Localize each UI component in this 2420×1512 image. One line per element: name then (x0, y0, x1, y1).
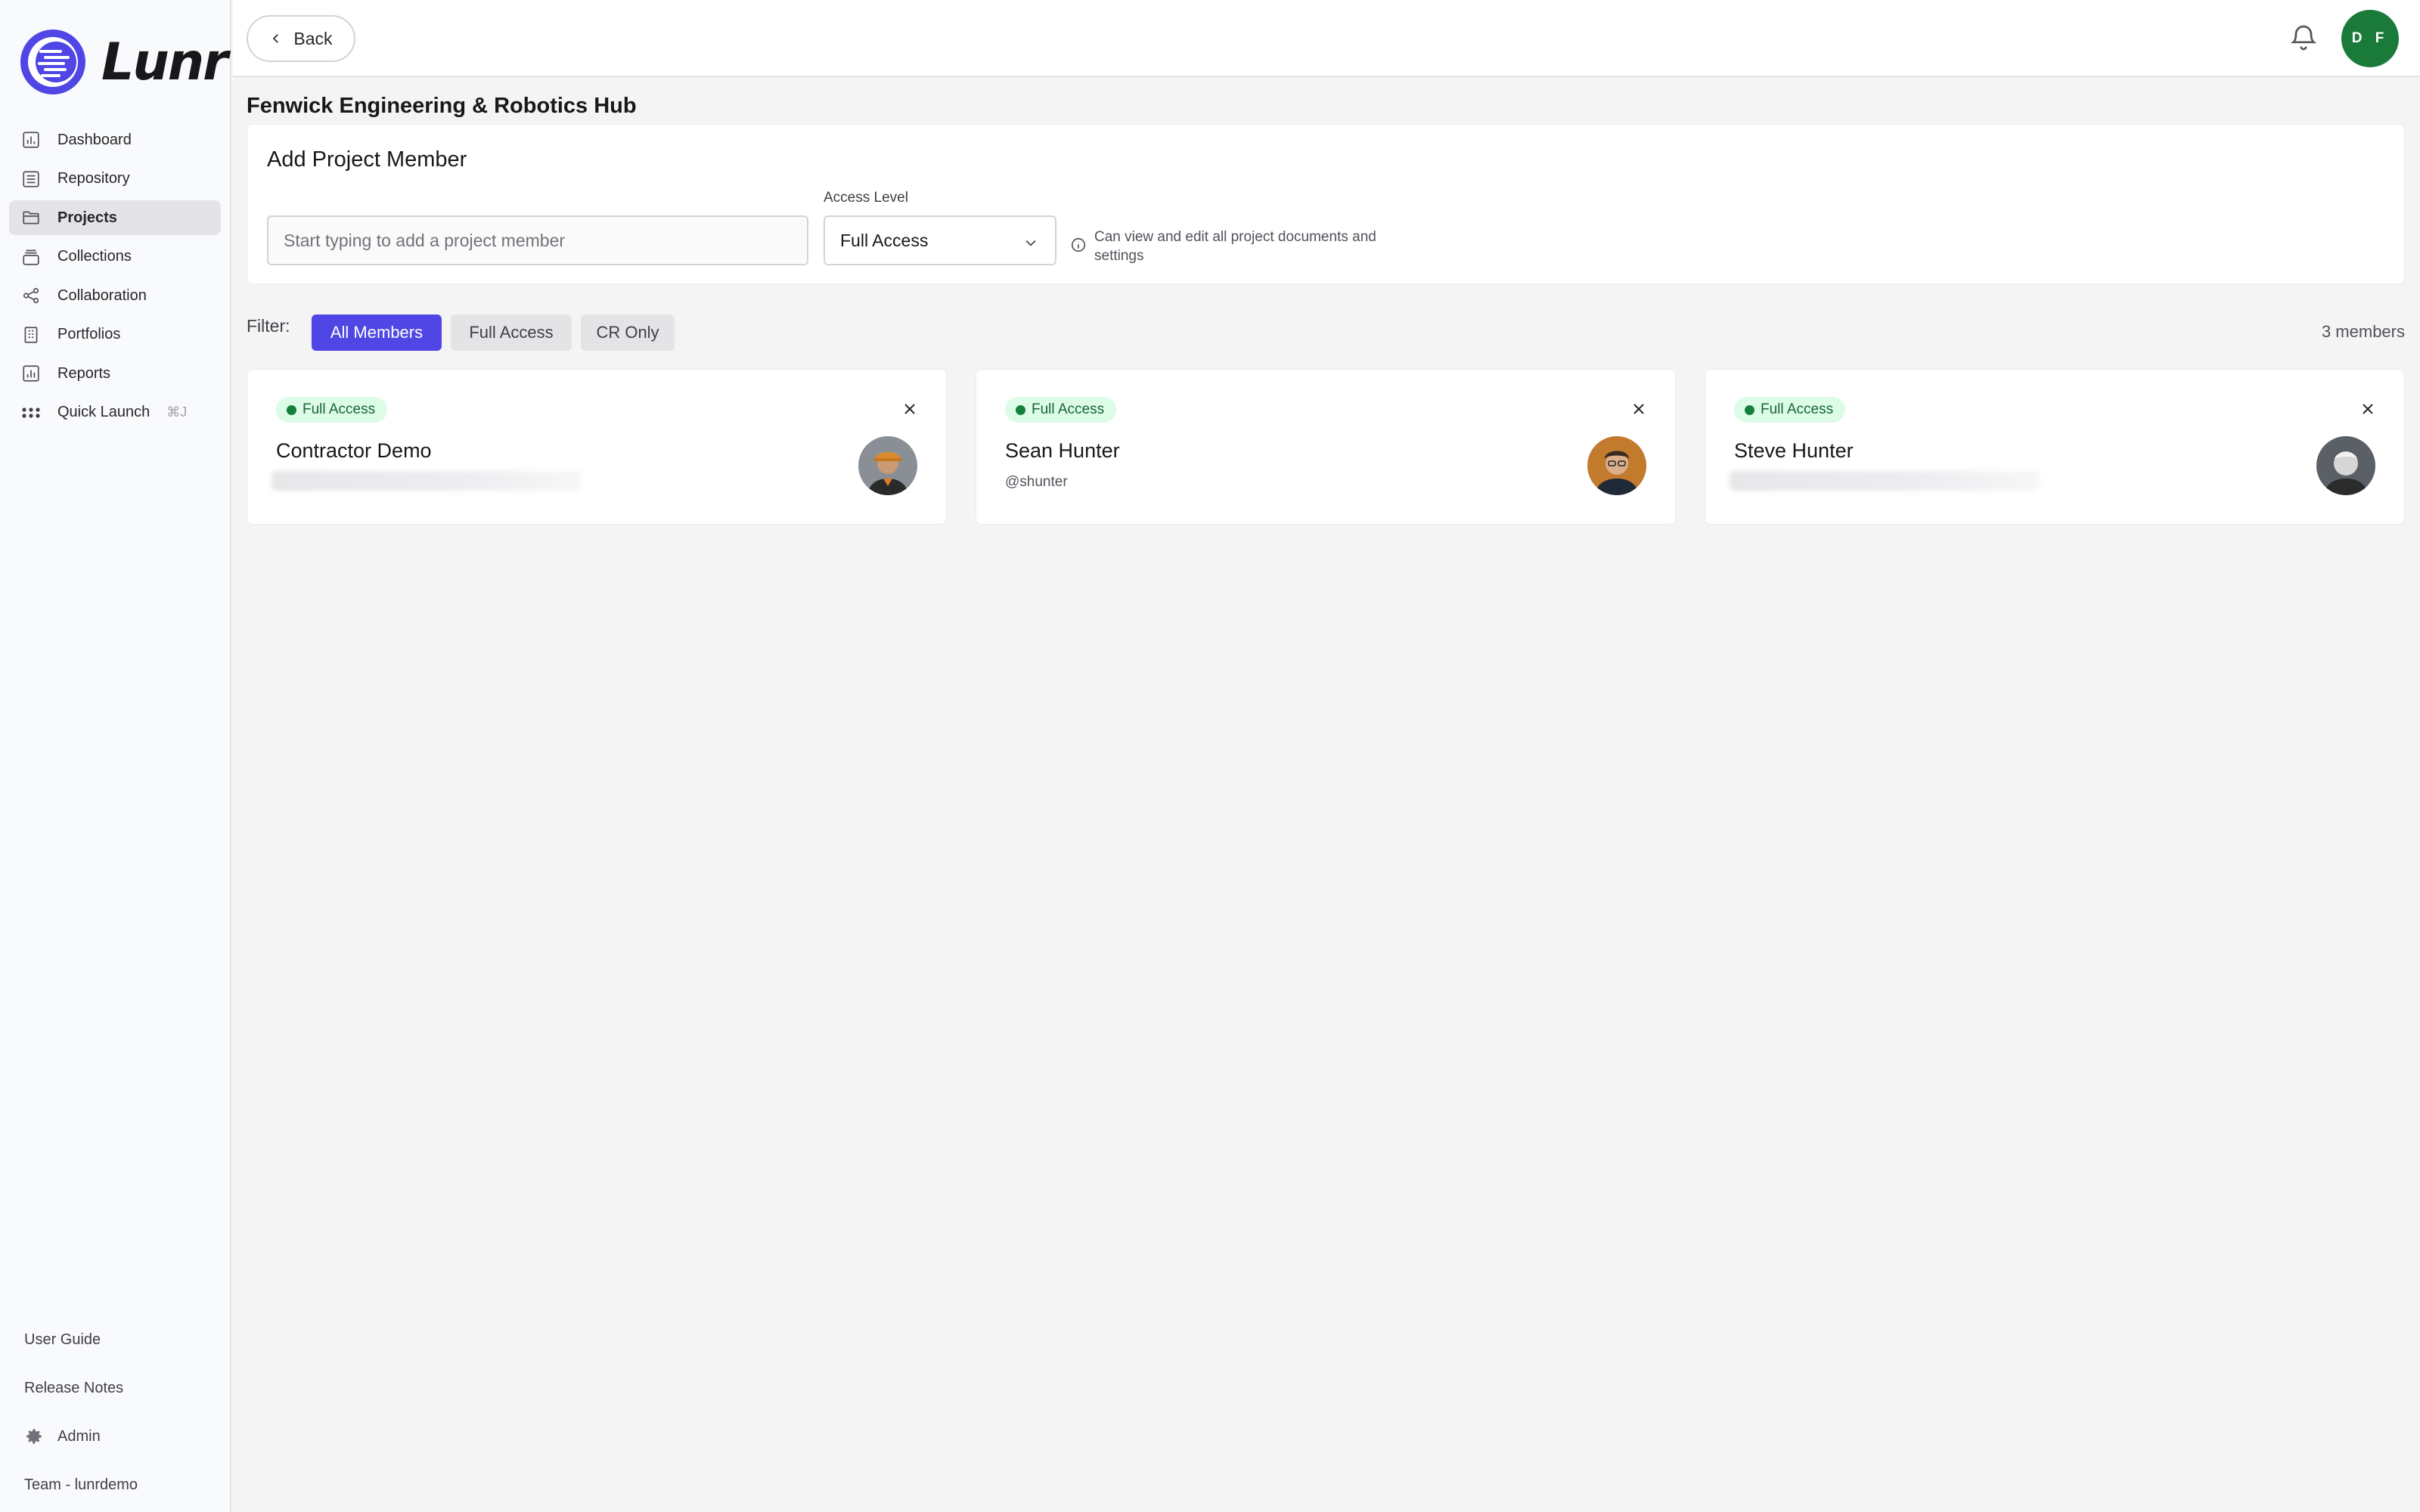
page-title: Fenwick Engineering & Robotics Hub (247, 94, 637, 118)
access-badge: Full Access (1005, 397, 1117, 423)
admin-link[interactable]: Admin (24, 1412, 221, 1461)
access-badge-label: Full Access (302, 401, 376, 417)
access-hint-text: Can view and edit all project documents … (1094, 229, 1376, 264)
bell-icon[interactable] (2288, 23, 2319, 53)
user-guide-link[interactable]: User Guide (24, 1315, 221, 1364)
filter-label: Filter: (247, 316, 290, 336)
sidebar-item-label: Reports (57, 364, 111, 382)
back-button[interactable]: Back (247, 15, 355, 62)
remove-member-icon[interactable] (2359, 400, 2377, 418)
gear-icon (26, 1429, 42, 1444)
member-name: Steve Hunter (1734, 439, 1854, 462)
access-level-value: Full Access (840, 230, 929, 250)
sidebar-nav: Dashboard Repository Projects Collection… (9, 122, 221, 434)
sidebar-item-label: Projects (57, 209, 117, 226)
sidebar-item-label: Repository (57, 170, 130, 187)
sidebar-item-collaboration[interactable]: Collaboration (9, 278, 221, 313)
sidebar-item-portfolios[interactable]: Portfolios (9, 318, 221, 352)
sidebar-item-reports[interactable]: Reports (9, 356, 221, 391)
chevron-down-icon (1025, 240, 1036, 246)
lunr-logo-icon (20, 29, 85, 94)
member-avatar (2316, 436, 2375, 495)
folder-icon (21, 208, 41, 228)
filter-chip-cr-only[interactable]: CR Only (581, 314, 675, 351)
access-level-label: Access Level (824, 190, 908, 206)
sidebar: Lunr Dashboard Repository Projects Colle… (0, 0, 231, 1512)
sidebar-item-label: Quick Launch (57, 404, 150, 420)
building-icon (21, 325, 41, 345)
add-member-card: Add Project Member Access Level Full Acc… (247, 124, 2405, 284)
access-level-select[interactable]: Full Access (824, 215, 1056, 265)
sidebar-item-label: Portfolios (57, 326, 121, 342)
info-icon (1071, 237, 1086, 253)
access-badge: Full Access (276, 397, 388, 423)
sidebar-item-label: Collaboration (57, 287, 147, 304)
collection-icon (21, 247, 41, 267)
sidebar-item-dashboard[interactable]: Dashboard (9, 122, 221, 157)
sidebar-item-label: Dashboard (57, 131, 132, 148)
user-avatar[interactable]: D F (2341, 10, 2399, 67)
access-badge-label: Full Access (1761, 401, 1834, 417)
keyboard-shortcut: ⌘J (166, 404, 188, 420)
lunr-logo[interactable]: Lunr (18, 27, 228, 97)
member-card: Full Access Contractor Demo (247, 369, 947, 525)
team-switcher[interactable]: Team - lunrdemo (24, 1461, 221, 1509)
add-member-title: Add Project Member (267, 147, 467, 172)
member-avatar (1587, 436, 1646, 495)
member-username: @shunter (1005, 474, 1068, 490)
member-email-redacted (271, 471, 582, 491)
member-count: 3 members (2321, 322, 2405, 341)
release-notes-link[interactable]: Release Notes (24, 1364, 221, 1412)
repository-icon (21, 169, 41, 189)
status-dot (287, 404, 296, 415)
chevron-left-icon (273, 34, 279, 43)
access-level-hint: Can view and edit all project documents … (1070, 228, 1418, 265)
member-name: Sean Hunter (1005, 439, 1120, 462)
brand-name: Lunr (101, 32, 228, 92)
access-badge-label: Full Access (1032, 401, 1105, 417)
grid-dots-icon (21, 403, 41, 423)
sidebar-footer: User Guide Release Notes Admin Team - lu… (24, 1315, 221, 1509)
filter-chip-all-members[interactable]: All Members (312, 314, 442, 351)
sidebar-item-repository[interactable]: Repository (9, 162, 221, 197)
report-icon (21, 364, 41, 383)
access-badge: Full Access (1734, 397, 1846, 423)
sidebar-item-label: Collections (57, 248, 132, 265)
share-icon (21, 286, 41, 305)
member-card: Full Access Sean Hunter @shunter (976, 369, 1676, 525)
member-search-input[interactable] (267, 215, 808, 265)
sidebar-item-quick-launch[interactable]: Quick Launch ⌘J (9, 395, 221, 430)
back-label: Back (293, 28, 333, 48)
sidebar-item-projects[interactable]: Projects (9, 200, 221, 235)
admin-label: Admin (57, 1427, 101, 1445)
member-avatar (858, 436, 917, 495)
sidebar-item-collections[interactable]: Collections (9, 240, 221, 274)
member-card: Full Access Steve Hunter (1705, 369, 2405, 525)
member-name: Contractor Demo (276, 439, 432, 462)
status-dot (1745, 404, 1754, 415)
filter-chip-full-access[interactable]: Full Access (451, 314, 572, 351)
top-bar: Back D F (233, 0, 2420, 77)
status-dot (1016, 404, 1025, 415)
remove-member-icon[interactable] (901, 400, 919, 418)
chart-icon (21, 130, 41, 150)
remove-member-icon[interactable] (1630, 400, 1648, 418)
member-email-redacted (1730, 471, 2040, 491)
